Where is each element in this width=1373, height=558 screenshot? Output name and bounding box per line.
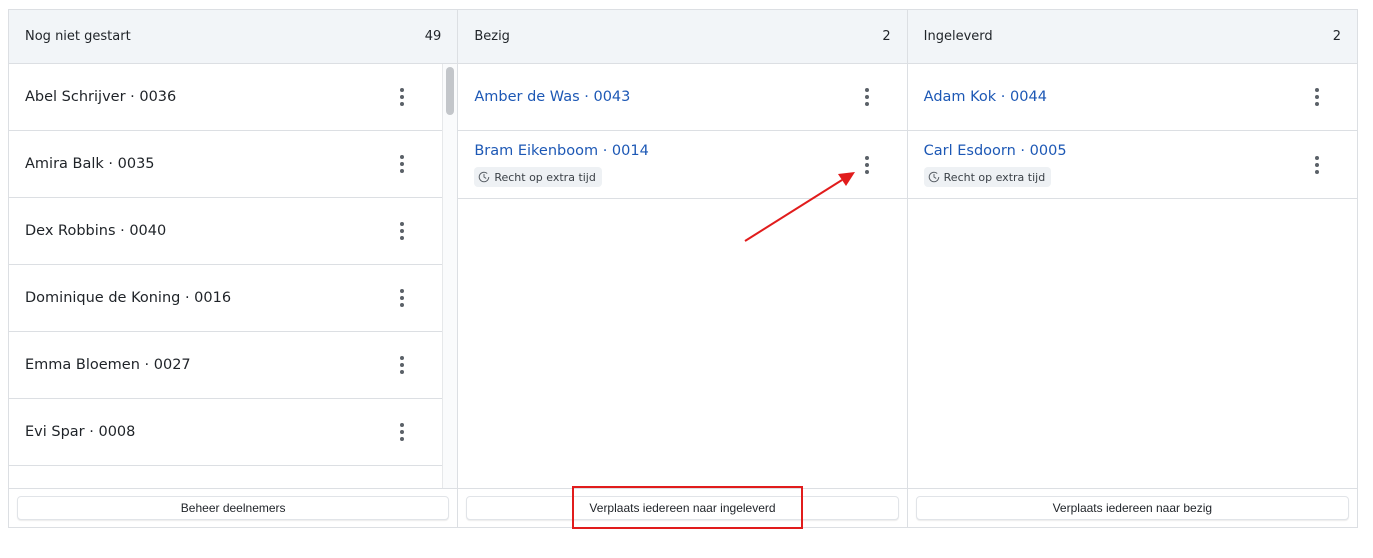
more-vertical-icon[interactable] xyxy=(393,354,411,376)
participant-name-link[interactable]: Bram Eikenboom · 0014 xyxy=(474,143,890,159)
participant-name: Emma Bloemen · 0027 xyxy=(25,357,191,373)
more-vertical-icon[interactable] xyxy=(393,86,411,108)
column-title: Ingeleverd xyxy=(923,29,993,44)
participant-name: Amira Balk · 0035 xyxy=(25,156,155,172)
move-all-to-submitted-button[interactable]: Verplaats iedereen naar ingeleverd xyxy=(466,496,899,520)
badge-label: Recht op extra tijd xyxy=(943,170,1046,184)
column-submitted: Ingeleverd 2 Adam Kok · 0044 Carl Esdoor… xyxy=(907,10,1357,527)
participant-name: Evi Spar · 0008 xyxy=(25,424,136,440)
clock-icon xyxy=(479,171,490,183)
column-list[interactable]: Adam Kok · 0044 Carl Esdoorn · 0005 Rech… xyxy=(907,64,1357,488)
column-header: Nog niet gestart 49 xyxy=(9,10,458,64)
participant-name-link[interactable]: Amber de Was · 0043 xyxy=(474,89,630,105)
column-footer: Verplaats iedereen naar bezig xyxy=(907,488,1357,527)
more-vertical-icon[interactable] xyxy=(858,154,876,176)
column-count: 2 xyxy=(882,29,891,44)
column-title: Bezig xyxy=(474,29,510,44)
column-in-progress: Bezig 2 Amber de Was · 0043 Bram Eikenbo… xyxy=(458,10,908,527)
badge-label: Recht op extra tijd xyxy=(494,170,596,184)
kanban-board: Nog niet gestart 49 Abel Schrijver · 003… xyxy=(8,9,1358,528)
extra-time-badge: Recht op extra tijd xyxy=(474,167,602,187)
column-count: 49 xyxy=(424,29,442,44)
participant-name: Abel Schrijver · 0036 xyxy=(25,89,177,105)
participant-name: Dominique de Koning · 0016 xyxy=(25,290,232,306)
column-footer: Beheer deelnemers xyxy=(9,488,458,527)
column-footer: Verplaats iedereen naar ingeleverd xyxy=(458,488,907,527)
participant-name-link[interactable]: Carl Esdoorn · 0005 xyxy=(924,143,1341,159)
participant-card[interactable]: Carl Esdoorn · 0005 Recht op extra tijd xyxy=(907,131,1357,199)
participant-card[interactable]: Adam Kok · 0044 xyxy=(907,64,1357,131)
clock-icon xyxy=(928,171,939,183)
more-vertical-icon[interactable] xyxy=(393,220,411,242)
extra-time-badge: Recht op extra tijd xyxy=(923,167,1052,187)
participant-name: Dex Robbins · 0040 xyxy=(25,223,167,239)
column-header: Bezig 2 xyxy=(458,10,907,64)
more-vertical-icon[interactable] xyxy=(1308,154,1326,176)
scrollbar[interactable] xyxy=(442,64,458,488)
column-title: Nog niet gestart xyxy=(25,29,131,44)
participant-card[interactable]: Amira Balk · 0035 xyxy=(9,131,443,198)
column-list[interactable]: Amber de Was · 0043 Bram Eikenboom · 001… xyxy=(458,64,907,488)
participant-name-link[interactable]: Adam Kok · 0044 xyxy=(924,89,1047,105)
participant-card[interactable]: Bram Eikenboom · 0014 Recht op extra tij… xyxy=(458,131,907,199)
manage-participants-button[interactable]: Beheer deelnemers xyxy=(17,496,450,520)
participant-card[interactable]: Dex Robbins · 0040 xyxy=(9,198,443,265)
column-count: 2 xyxy=(1332,29,1341,44)
more-vertical-icon[interactable] xyxy=(393,421,411,443)
more-vertical-icon[interactable] xyxy=(1308,86,1326,108)
more-vertical-icon[interactable] xyxy=(858,86,876,108)
move-all-to-in-progress-button[interactable]: Verplaats iedereen naar bezig xyxy=(915,496,1349,520)
scrollbar-thumb[interactable] xyxy=(446,67,455,115)
participant-card[interactable]: Amber de Was · 0043 xyxy=(458,64,907,131)
more-vertical-icon[interactable] xyxy=(393,153,411,175)
participant-card[interactable]: Emma Bloemen · 0027 xyxy=(9,332,443,399)
more-vertical-icon[interactable] xyxy=(393,287,411,309)
column-header: Ingeleverd 2 xyxy=(907,10,1357,64)
column-list[interactable]: Abel Schrijver · 0036 Amira Balk · 0035 … xyxy=(9,64,458,488)
participant-card[interactable]: Evi Spar · 0008 xyxy=(9,399,443,466)
participant-card[interactable]: Abel Schrijver · 0036 xyxy=(9,64,443,131)
participant-card[interactable]: Dominique de Koning · 0016 xyxy=(9,265,443,332)
column-not-started: Nog niet gestart 49 Abel Schrijver · 003… xyxy=(9,10,459,527)
